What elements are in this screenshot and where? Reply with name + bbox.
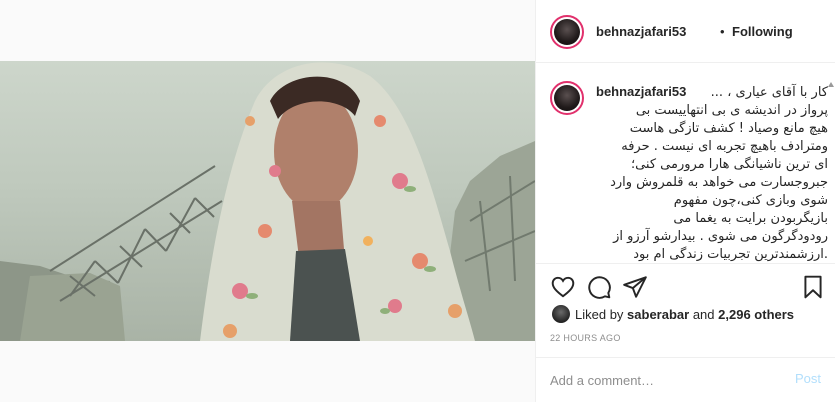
author-username[interactable]: behnazjafari53 (596, 24, 686, 39)
following-button[interactable]: Following (732, 24, 793, 39)
liked-by-and: and (692, 307, 715, 322)
comment-box: Post (536, 357, 835, 402)
comment-bubble-icon[interactable] (586, 274, 612, 300)
post-media[interactable] (0, 0, 535, 402)
post-header: behnazjafari53 • Following (536, 0, 835, 63)
post-timestamp[interactable]: 22 HOURS AGO (550, 333, 621, 343)
paper-plane-icon[interactable] (622, 274, 648, 300)
liked-by-user[interactable]: saberabar (627, 307, 689, 322)
liker-avatar[interactable] (552, 305, 570, 323)
scroll-up-arrow-icon[interactable] (828, 81, 834, 101)
liked-by-prefix: Liked by (575, 307, 624, 322)
photo-illustration (0, 62, 535, 341)
action-bar (536, 263, 835, 313)
post-sidebar: behnazjafari53 • Following behnazjafari5… (535, 0, 835, 402)
header-separator: • (720, 24, 725, 39)
caption-text: کار با آقای عیاری ، ... پرواز در اندیشه … (610, 85, 828, 262)
liked-by-text[interactable]: Liked by saberabar and 2,296 others (575, 307, 794, 322)
post-comment-button[interactable]: Post (795, 371, 821, 386)
liked-by-count[interactable]: 2,296 others (718, 307, 794, 322)
caption-avatar[interactable] (550, 81, 584, 115)
comment-input[interactable] (550, 370, 780, 390)
bookmark-icon[interactable] (800, 274, 826, 300)
author-avatar[interactable] (550, 15, 584, 49)
post-photo[interactable] (0, 61, 535, 341)
heart-icon[interactable] (550, 274, 576, 300)
caption-area: behnazjafari53 کار با آقای عیاری ، ... پ… (536, 63, 835, 263)
